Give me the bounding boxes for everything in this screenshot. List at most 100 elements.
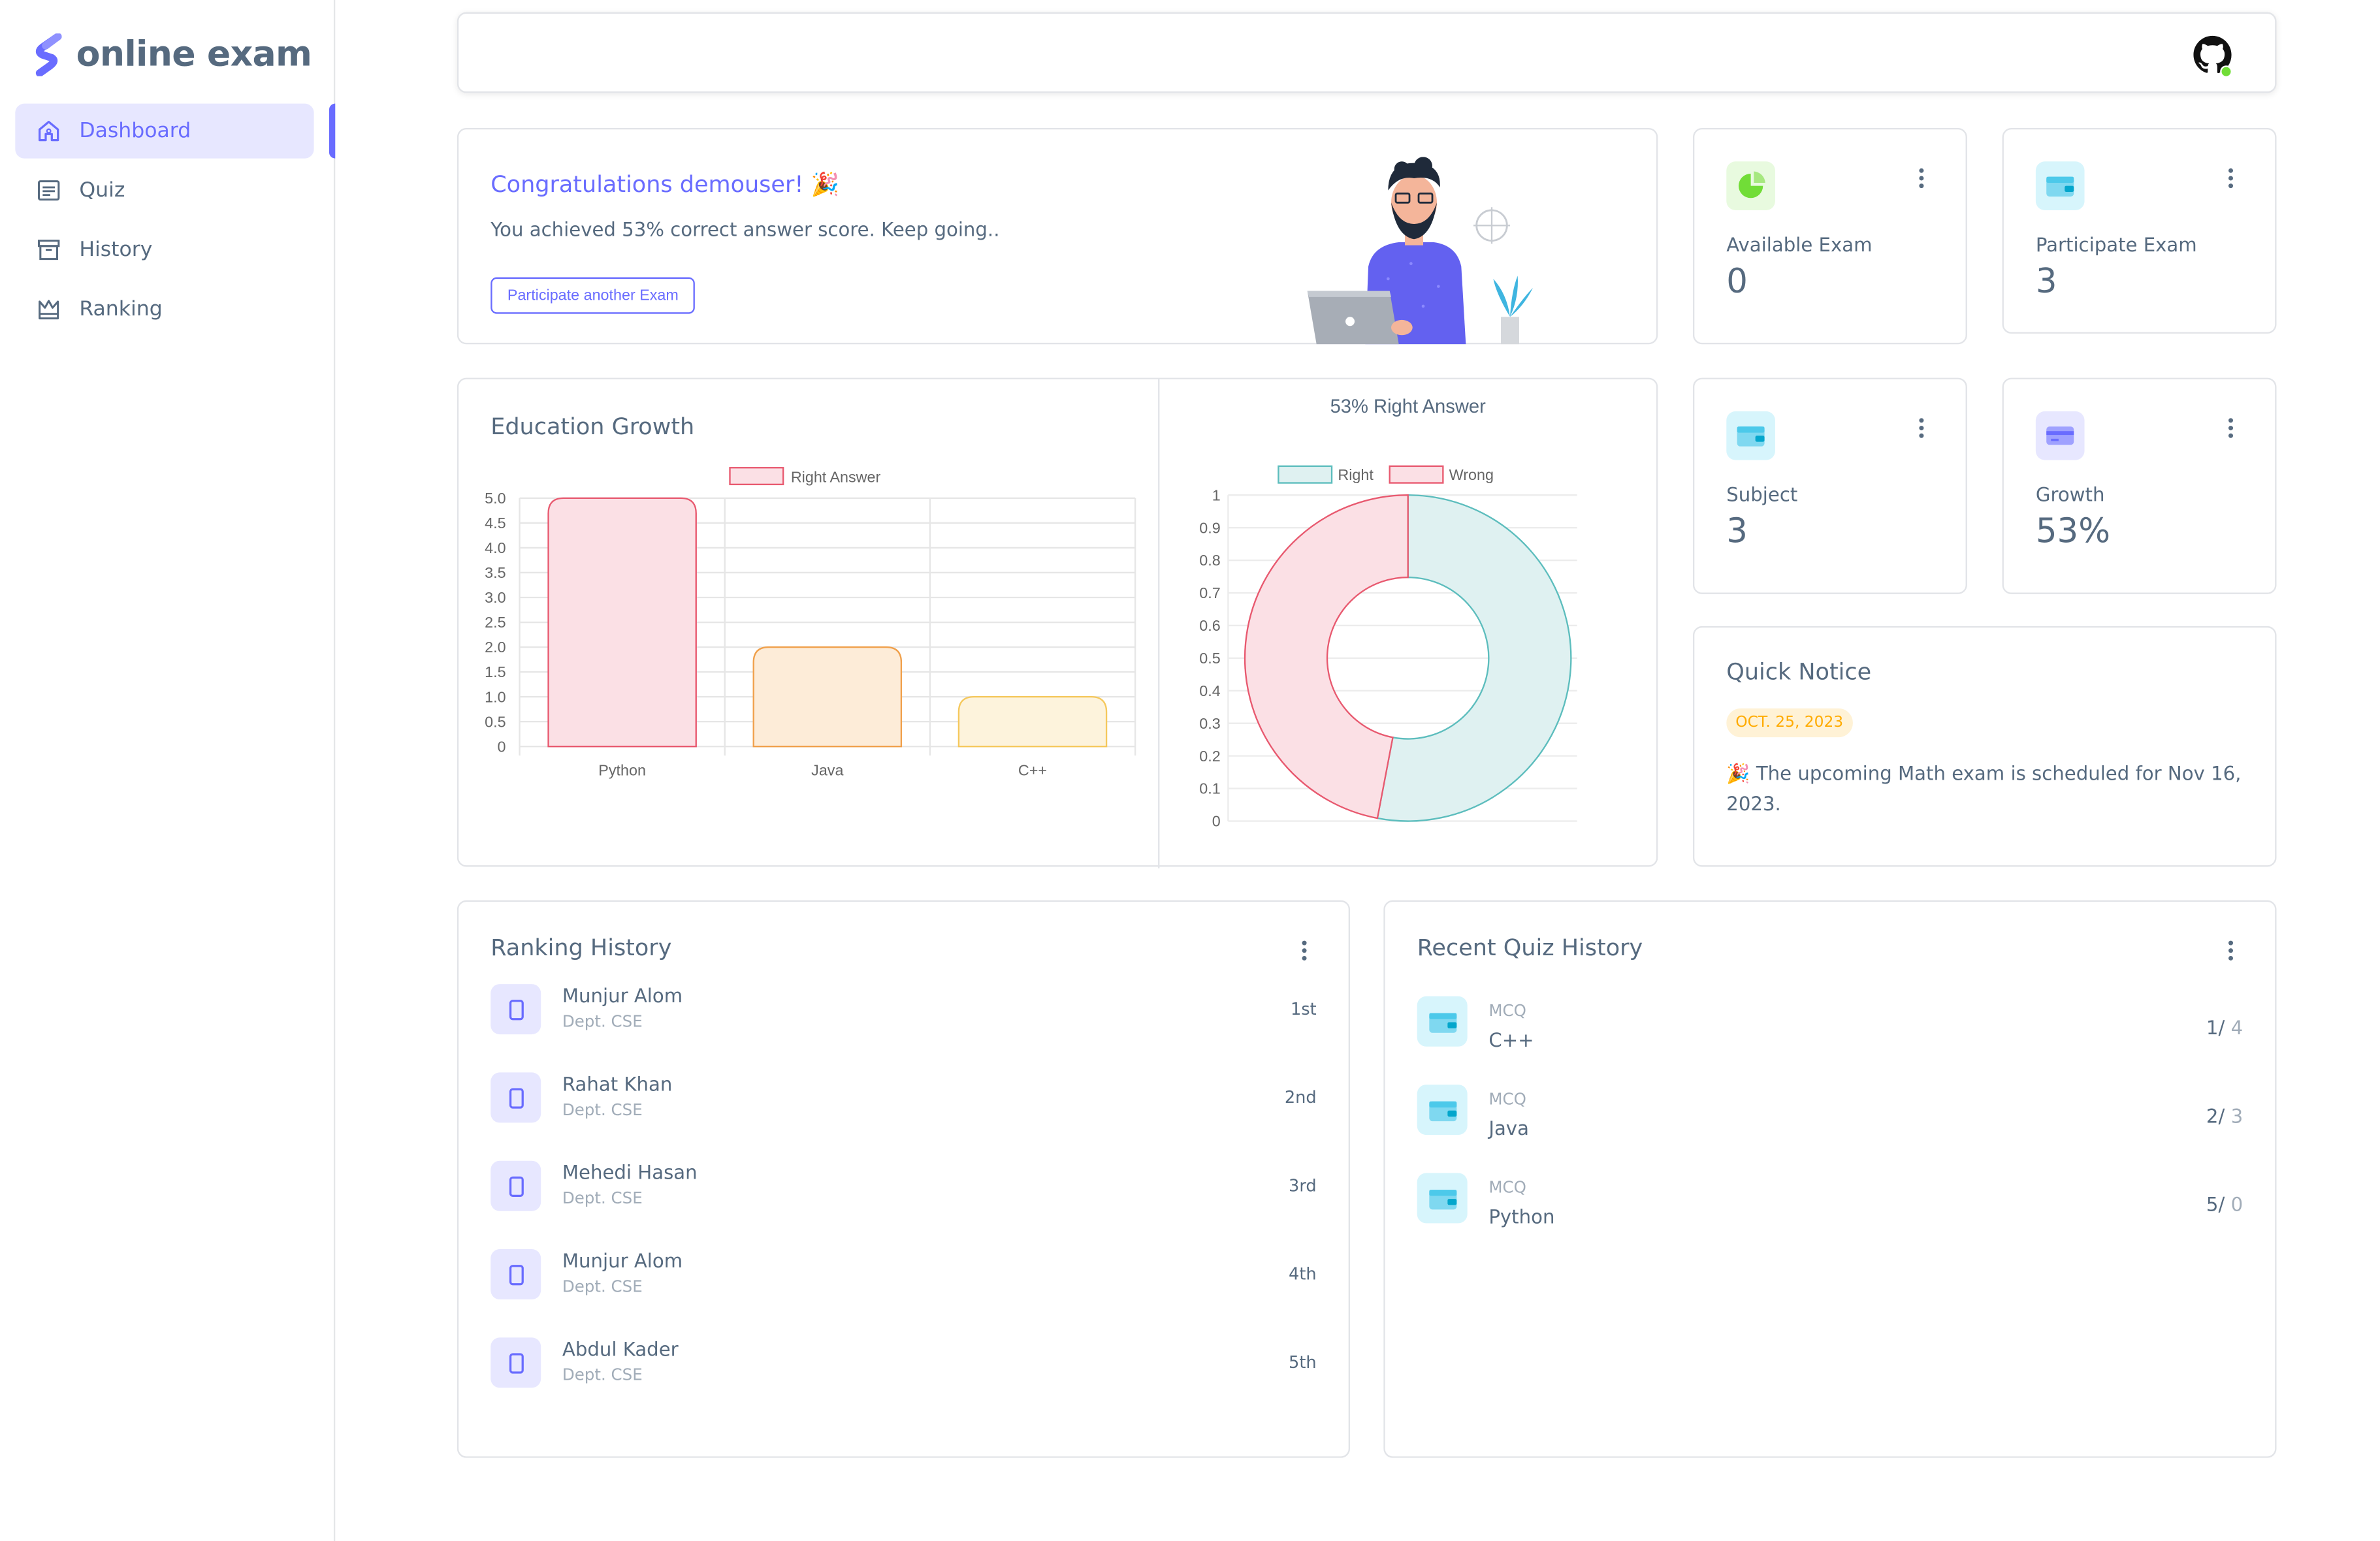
y-tick-label: 3.0 [485,589,506,606]
congrats-title: Congratulations demouser! 🎉 [490,170,840,199]
stat-label: Participate Exam [2035,232,2197,256]
stat-label: Subject [1726,483,1798,506]
quiz-score: 2/ 3 [2206,1104,2243,1127]
quiz-row[interactable]: MCQ Python 5/ 0 [1417,1173,2243,1233]
sidebar-item-history[interactable]: History [15,223,314,278]
congrats-message: You achieved 53% correct answer score. K… [490,217,1000,241]
history-icon [37,240,60,261]
y-tick-label: 0.6 [1199,617,1220,634]
more-options-icon[interactable] [1911,166,1933,190]
y-tick-label: 0.8 [1199,552,1220,569]
brand[interactable]: online exam [33,33,312,76]
legend-swatch [1278,465,1333,484]
quiz-score: 1/ 4 [2206,1016,2243,1039]
ranking-dept: Dept. CSE [562,1013,643,1032]
quiz-type: MCQ [1488,1179,1526,1198]
more-options-icon[interactable] [1294,938,1315,962]
y-tick-label: 1.0 [485,688,506,705]
ranking-row[interactable]: Rahat Khan Dept. CSE 2nd [490,1072,1317,1133]
sidebar-item-quiz[interactable]: Quiz [15,163,314,218]
quiz-score-total: 0 [2225,1192,2243,1216]
stat-value: 3 [1726,513,1748,552]
y-tick-label: 0.5 [1199,650,1220,667]
wallet-icon [1417,1085,1468,1136]
available-exam-card: Available Exam 0 [1692,127,1967,345]
donut-title: 53% Right Answer [1330,396,1487,417]
quiz-icon [37,180,60,201]
mobile-icon [490,1072,541,1123]
sidebar-item-ranking[interactable]: Ranking [15,282,314,337]
wallet-icon [1726,411,1775,460]
y-tick-label: 0.4 [1199,682,1220,699]
y-tick-label: 0.3 [1199,715,1220,732]
wallet-icon [1417,1173,1468,1224]
quiz-score-total: 4 [2225,1016,2243,1040]
more-options-icon[interactable] [2220,166,2242,190]
mobile-icon [490,984,541,1035]
bar-chart: Right Answer 0 0.5 1.0 1.5 2.0 2.5 3.0 3.5 4.0 4.5… [485,467,1136,778]
chart-pie-icon [1726,161,1775,210]
donut-legend: Right Wrong [1278,465,1494,484]
quiz-subject: Java [1488,1117,1529,1140]
sidebar: online exam Dashboard Quiz History Ranki… [0,0,336,1541]
y-tick-label: 0.9 [1199,519,1220,536]
notice-date-badge: OCT. 25, 2023 [1726,708,1853,738]
quiz-type: MCQ [1488,1090,1526,1109]
more-options-icon[interactable] [1911,416,1933,440]
y-tick-label: 5.0 [485,490,506,507]
ranking-row[interactable]: Munjur Alom Dept. CSE 1st [490,984,1317,1045]
y-tick-label: 2.0 [485,639,506,656]
stat-label: Growth [2035,483,2105,506]
ranking-row[interactable]: Munjur Alom Dept. CSE 4th [490,1249,1317,1310]
ranking-name: Mehedi Hasan [562,1160,698,1184]
stat-value: 0 [1726,263,1748,302]
quick-notice-title: Quick Notice [1726,658,1872,686]
ranking-row[interactable]: Mehedi Hasan Dept. CSE 3rd [490,1160,1317,1222]
growth-card: Growth 53% [2002,377,2277,594]
y-tick-label: 0 [1212,813,1221,830]
y-tick-label: 0.2 [1199,748,1220,765]
y-tick-label: 4.0 [485,539,506,556]
quick-notice-card: Quick Notice OCT. 25, 2023 🎉 The upcomin… [1692,626,2277,867]
ranking-dept: Dept. CSE [562,1278,643,1297]
bar-legend: Right Answer [729,467,880,485]
logo-icon [35,33,62,76]
legend-label: Wrong [1449,466,1494,483]
y-tick-label: 1 [1212,486,1221,503]
recent-quiz-history-title: Recent Quiz History [1417,934,1643,962]
wallet-icon [2035,161,2085,210]
bar [547,497,697,748]
home-icon [39,121,59,142]
stat-value: 3 [2035,263,2057,302]
legend-swatch [1389,465,1444,484]
ranking-name: Rahat Khan [562,1072,673,1096]
top-navbar [457,12,2277,93]
more-options-icon[interactable] [2220,938,2242,962]
quiz-row[interactable]: MCQ C++ 1/ 4 [1417,996,2243,1057]
y-tick-label: 2.5 [485,614,506,631]
ranking-history-card: Ranking History Munjur Alom Dept. CSE 1s… [457,900,1351,1458]
education-growth-title: Education Growth [490,413,695,441]
more-options-icon[interactable] [2220,416,2242,440]
mobile-icon [490,1337,541,1388]
quiz-score: 5/ 0 [2206,1193,2243,1216]
y-tick-label: 0.7 [1199,584,1220,601]
y-tick-label: 0 [498,738,506,755]
quiz-subject: C++ [1488,1028,1534,1051]
quiz-type: MCQ [1488,1002,1526,1021]
x-tick-label: Python [598,761,646,778]
y-tick-label: 3.5 [485,564,506,581]
participate-exam-button[interactable]: Participate another Exam [490,277,696,314]
quiz-row[interactable]: MCQ Java 2/ 3 [1417,1085,2243,1145]
sidebar-nav: Dashboard Quiz History Ranking [15,103,314,342]
y-tick-label: 0.1 [1199,780,1220,797]
sidebar-item-label: Dashboard [79,118,191,144]
sidebar-item-dashboard[interactable]: Dashboard [15,103,314,159]
ranking-name: Munjur Alom [562,1249,683,1273]
ranking-row[interactable]: Abdul Kader Dept. CSE 5th [490,1337,1317,1398]
donut-chart: 53% Right Answer Right Wrong 0 0.1 0.2 0.3 0.4 0… [1199,396,1577,830]
bar [957,695,1108,748]
ranking-position: 2nd [1284,1087,1317,1108]
mobile-icon [490,1160,541,1211]
recent-quiz-history-card: Recent Quiz History MCQ C++ 1/ 4 MCQ Jav… [1383,900,2277,1458]
